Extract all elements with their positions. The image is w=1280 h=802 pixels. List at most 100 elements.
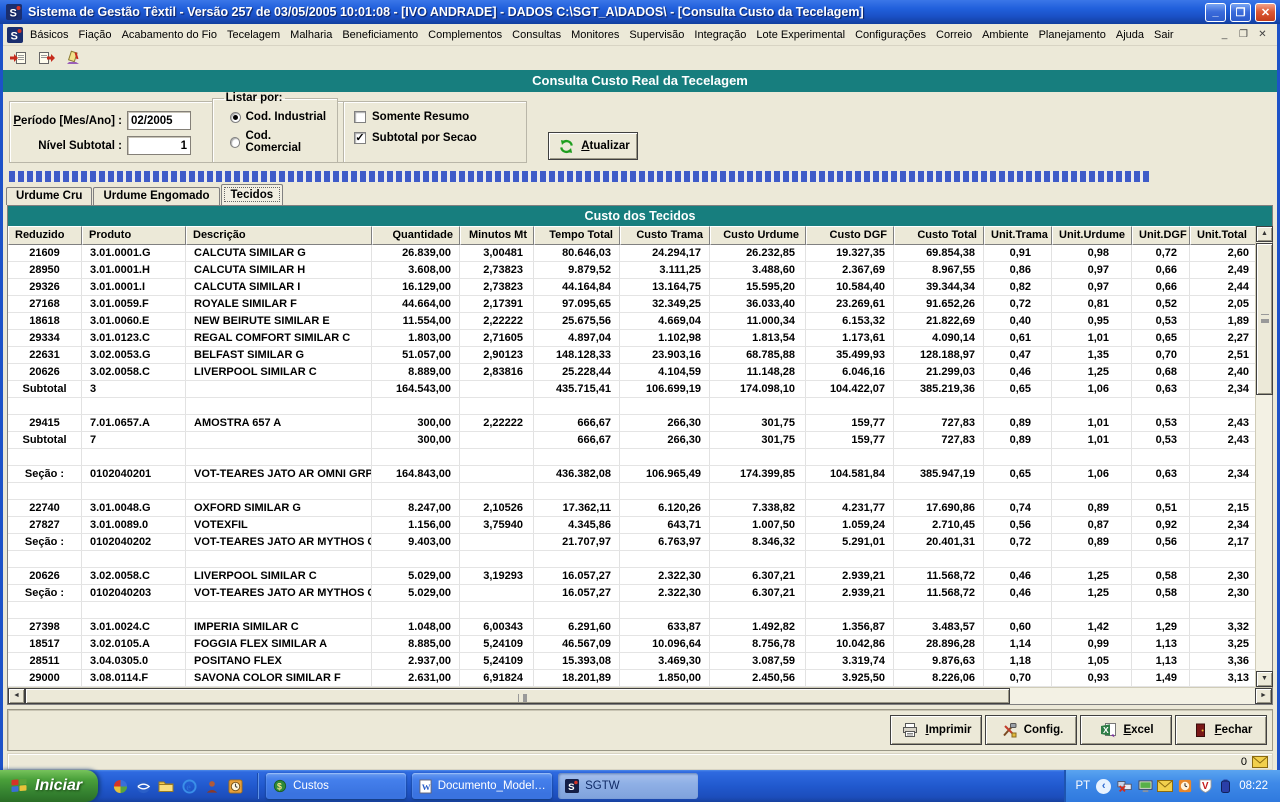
menu-item-correio[interactable]: Correio	[931, 26, 977, 44]
menu-item-malharia[interactable]: Malharia	[285, 26, 337, 44]
vertical-scroll-thumb[interactable]	[1256, 243, 1273, 395]
table-row[interactable]: 186183.01.0060.ENEW BEIRUTE SIMILAR E11.…	[8, 313, 1255, 330]
column-header-produto[interactable]: Produto	[82, 226, 186, 245]
table-row[interactable]: 273983.01.0024.CIMPERIA SIMILAR C1.048,0…	[8, 619, 1255, 636]
menu-item-complementos[interactable]: Complementos	[423, 26, 507, 44]
mail-icon[interactable]	[1252, 754, 1268, 769]
mdi-minimize-button[interactable]: _	[1216, 27, 1233, 42]
folder-icon[interactable]	[158, 779, 174, 794]
vertical-scrollbar[interactable]: ▲ ▼	[1255, 226, 1272, 687]
menu-item-fia-o[interactable]: Fiação	[74, 26, 117, 44]
radio-option-cod-comercial[interactable]: Cod. Comercial	[230, 130, 329, 154]
column-header-custo-trama[interactable]: Custo Trama	[620, 226, 710, 245]
table-row[interactable]: 289503.01.0001.HCALCUTA SIMILAR H3.608,0…	[8, 262, 1255, 279]
mdi-restore-button[interactable]: ❐	[1235, 27, 1252, 42]
table-row[interactable]: 278273.01.0089.0VOTEXFIL1.156,003,759404…	[8, 517, 1255, 534]
atualizar-button[interactable]: Atualizar	[548, 132, 638, 160]
table-row[interactable]: Subtotal7300,00666,67266,30301,75159,777…	[8, 432, 1255, 449]
checkbox-option-somente-resumo[interactable]: Somente Resumo	[354, 111, 526, 123]
tab-urdume-cru[interactable]: Urdume Cru	[6, 187, 92, 205]
column-header-minutos-mt[interactable]: Minutos Mt	[460, 226, 534, 245]
user-icon[interactable]	[204, 779, 220, 794]
column-header-reduzido[interactable]: Reduzido	[8, 226, 82, 245]
menu-item-sair[interactable]: Sair	[1149, 26, 1179, 44]
mail-icon[interactable]	[1157, 779, 1173, 794]
table-row[interactable]	[8, 398, 1255, 415]
checkbox-option-subtotal-por-secao[interactable]: ✓Subtotal por Secao	[354, 132, 526, 144]
import-document-icon[interactable]	[9, 48, 29, 68]
menu-item-planejamento[interactable]: Planejamento	[1034, 26, 1111, 44]
monitor-icon[interactable]	[1137, 779, 1153, 794]
tab-tecidos[interactable]: Tecidos	[221, 184, 284, 205]
table-row[interactable]	[8, 483, 1255, 500]
menu-item-integra-o[interactable]: Integração	[689, 26, 751, 44]
task-button-documento-modelag[interactable]: WDocumento_Modelag...	[412, 773, 552, 799]
tray-chevron-icon[interactable]: ‹	[1096, 779, 1111, 794]
table-row[interactable]: 294157.01.0657.AAMOSTRA 657 A300,002,222…	[8, 415, 1255, 432]
export-document-icon[interactable]	[36, 48, 56, 68]
scroll-down-button[interactable]: ▼	[1256, 671, 1273, 687]
clock-icon[interactable]	[1177, 779, 1193, 794]
table-row[interactable]: 206263.02.0058.CLIVERPOOL SIMILAR C8.889…	[8, 364, 1255, 381]
table-row[interactable]: 290003.08.0114.FSAVONA COLOR SIMILAR F2.…	[8, 670, 1255, 687]
antivirus-icon[interactable]: V	[1197, 779, 1213, 794]
language-indicator[interactable]: PT	[1076, 780, 1091, 792]
table-row[interactable]: Seção :0102040202VOT-TEARES JATO AR MYTH…	[8, 534, 1255, 551]
menu-item-monitores[interactable]: Monitores	[566, 26, 624, 44]
menu-item-b-sicos[interactable]: Básicos	[25, 26, 74, 44]
restore-button[interactable]: ❐	[1230, 3, 1251, 22]
config-button[interactable]: Config.	[985, 715, 1077, 745]
menu-item-ambiente[interactable]: Ambiente	[977, 26, 1033, 44]
table-row[interactable]: 226313.02.0053.GBELFAST SIMILAR G51.057,…	[8, 347, 1255, 364]
start-button[interactable]: Iniciar	[0, 770, 98, 802]
schedule-icon[interactable]	[227, 779, 243, 794]
column-header-unit-total[interactable]: Unit.Total	[1190, 226, 1260, 245]
menu-item-configura-es[interactable]: Configurações	[850, 26, 931, 44]
pinwheel-icon[interactable]	[112, 779, 128, 794]
table-row[interactable]: 271683.01.0059.FROYALE SIMILAR F44.664,0…	[8, 296, 1255, 313]
minimize-button[interactable]: _	[1205, 3, 1226, 22]
table-row[interactable]	[8, 449, 1255, 466]
table-row[interactable]: 293263.01.0001.ICALCUTA SIMILAR I16.129,…	[8, 279, 1255, 296]
network-offline-icon[interactable]	[1117, 779, 1133, 794]
task-button-custos[interactable]: $Custos	[266, 773, 406, 799]
battery-icon[interactable]	[1217, 779, 1233, 794]
mdi-close-button[interactable]: ✕	[1254, 27, 1271, 42]
column-header-custo-total[interactable]: Custo Total	[894, 226, 984, 245]
table-row[interactable]	[8, 551, 1255, 568]
column-header-quantidade[interactable]: Quantidade	[372, 226, 460, 245]
globe-icon[interactable]	[135, 779, 151, 794]
column-header-unit-urdume[interactable]: Unit.Urdume	[1052, 226, 1132, 245]
table-row[interactable]: Seção :0102040203VOT-TEARES JATO AR MYTH…	[8, 585, 1255, 602]
menu-item-consultas[interactable]: Consultas	[507, 26, 566, 44]
table-row[interactable]: 216093.01.0001.GCALCUTA SIMILAR G26.839,…	[8, 245, 1255, 262]
table-row[interactable]: 206263.02.0058.CLIVERPOOL SIMILAR C5.029…	[8, 568, 1255, 585]
table-row[interactable]: Seção :0102040201VOT-TEARES JATO AR OMNI…	[8, 466, 1255, 483]
horizontal-scroll-thumb[interactable]	[25, 688, 1010, 704]
column-header-custo-dgf[interactable]: Custo DGF	[806, 226, 894, 245]
menu-item-acabamento-do-fio[interactable]: Acabamento do Fio	[117, 26, 222, 44]
scroll-up-button[interactable]: ▲	[1256, 226, 1273, 242]
table-row[interactable]: 293343.01.0123.CREGAL COMFORT SIMILAR C1…	[8, 330, 1255, 347]
nivel-subtotal-input[interactable]	[127, 136, 191, 155]
radio-option-cod-industrial[interactable]: Cod. Industrial	[230, 111, 329, 123]
horizontal-scroll-track[interactable]	[1010, 688, 1255, 704]
table-row[interactable]: 185173.02.0105.AFOGGIA FLEX SIMILAR A8.8…	[8, 636, 1255, 653]
scroll-left-button[interactable]: ◄	[8, 688, 25, 704]
excel-button[interactable]: XExcel	[1080, 715, 1172, 745]
menu-item-supervis-o[interactable]: Supervisão	[624, 26, 689, 44]
menu-item-lote-experimental[interactable]: Lote Experimental	[751, 26, 850, 44]
close-button[interactable]: ✕	[1255, 3, 1276, 22]
menu-item-ajuda[interactable]: Ajuda	[1111, 26, 1149, 44]
column-header-descri-o[interactable]: Descrição	[186, 226, 372, 245]
column-header-tempo-total[interactable]: Tempo Total	[534, 226, 620, 245]
tab-urdume-engomado[interactable]: Urdume Engomado	[93, 187, 219, 205]
table-row[interactable]: 285113.04.0305.0POSITANO FLEX2.937,005,2…	[8, 653, 1255, 670]
menu-item-tecelagem[interactable]: Tecelagem	[222, 26, 285, 44]
table-row[interactable]: Subtotal3164.543,00435.715,41106.699,191…	[8, 381, 1255, 398]
scroll-right-button[interactable]: ►	[1255, 688, 1272, 704]
imprimir-button[interactable]: Imprimir	[890, 715, 982, 745]
edit-note-icon[interactable]	[63, 48, 83, 68]
horizontal-scrollbar[interactable]: ◄ ►	[8, 687, 1272, 704]
column-header-unit-dgf[interactable]: Unit.DGF	[1132, 226, 1190, 245]
